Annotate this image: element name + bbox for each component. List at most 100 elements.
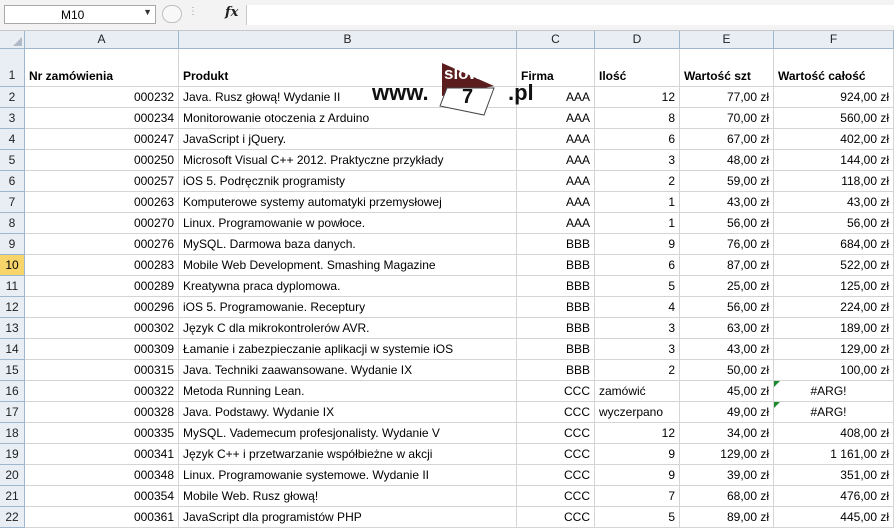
cell-e21[interactable]: 68,00 zł (680, 486, 774, 507)
cell-d6[interactable]: 2 (595, 171, 680, 192)
cell-c10[interactable]: BBB (517, 255, 595, 276)
row-header-16[interactable]: 16 (0, 381, 25, 402)
cell-a12[interactable]: 000296 (25, 297, 179, 318)
cell-c14[interactable]: BBB (517, 339, 595, 360)
cell-e6[interactable]: 59,00 zł (680, 171, 774, 192)
cell-d21[interactable]: 7 (595, 486, 680, 507)
cell-d22[interactable]: 5 (595, 507, 680, 528)
cell-a11[interactable]: 000289 (25, 276, 179, 297)
cell-d11[interactable]: 5 (595, 276, 680, 297)
cell-e20[interactable]: 39,00 zł (680, 465, 774, 486)
cell-b10[interactable]: Mobile Web Development. Smashing Magazin… (179, 255, 517, 276)
cell-f8[interactable]: 56,00 zł (774, 213, 894, 234)
cell-b4[interactable]: JavaScript i jQuery. (179, 129, 517, 150)
column-header-d[interactable]: D (595, 31, 680, 49)
cell-e14[interactable]: 43,00 zł (680, 339, 774, 360)
column-header-e[interactable]: E (680, 31, 774, 49)
row-header-14[interactable]: 14 (0, 339, 25, 360)
cell-f13[interactable]: 189,00 zł (774, 318, 894, 339)
cell-e16[interactable]: 45,00 zł (680, 381, 774, 402)
cell-f5[interactable]: 144,00 zł (774, 150, 894, 171)
cell-e2[interactable]: 77,00 zł (680, 87, 774, 108)
cell-e15[interactable]: 50,00 zł (680, 360, 774, 381)
row-header-10[interactable]: 10 (0, 255, 25, 276)
cell-b13[interactable]: Język C dla mikrokontrolerów AVR. (179, 318, 517, 339)
cell-b8[interactable]: Linux. Programowanie w powłoce. (179, 213, 517, 234)
row-header-22[interactable]: 22 (0, 507, 25, 528)
row-header-12[interactable]: 12 (0, 297, 25, 318)
cell-f14[interactable]: 129,00 zł (774, 339, 894, 360)
row-header-7[interactable]: 7 (0, 192, 25, 213)
cell-a20[interactable]: 000348 (25, 465, 179, 486)
cell-b5[interactable]: Microsoft Visual C++ 2012. Praktyczne pr… (179, 150, 517, 171)
row-header-5[interactable]: 5 (0, 150, 25, 171)
cell-c22[interactable]: CCC (517, 507, 595, 528)
cell-b15[interactable]: Java. Techniki zaawansowane. Wydanie IX (179, 360, 517, 381)
cell-b22[interactable]: JavaScript dla programistów PHP (179, 507, 517, 528)
cell-f19[interactable]: 1 161,00 zł (774, 444, 894, 465)
cell-f12[interactable]: 224,00 zł (774, 297, 894, 318)
cell-f11[interactable]: 125,00 zł (774, 276, 894, 297)
cell-e12[interactable]: 56,00 zł (680, 297, 774, 318)
cell-b14[interactable]: Łamanie i zabezpieczanie aplikacji w sys… (179, 339, 517, 360)
row-header-9[interactable]: 9 (0, 234, 25, 255)
cell-e5[interactable]: 48,00 zł (680, 150, 774, 171)
cell-f18[interactable]: 408,00 zł (774, 423, 894, 444)
cell-f2[interactable]: 924,00 zł (774, 87, 894, 108)
cell-d2[interactable]: 12 (595, 87, 680, 108)
cell-a22[interactable]: 000361 (25, 507, 179, 528)
cell-c19[interactable]: CCC (517, 444, 595, 465)
cell-c21[interactable]: CCC (517, 486, 595, 507)
cell-e8[interactable]: 56,00 zł (680, 213, 774, 234)
cell-e3[interactable]: 70,00 zł (680, 108, 774, 129)
cell-e22[interactable]: 89,00 zł (680, 507, 774, 528)
cell-c17[interactable]: CCC (517, 402, 595, 423)
row-header-1[interactable]: 1 (0, 49, 25, 87)
cell-c18[interactable]: CCC (517, 423, 595, 444)
cell-a7[interactable]: 000263 (25, 192, 179, 213)
cell-a21[interactable]: 000354 (25, 486, 179, 507)
row-header-15[interactable]: 15 (0, 360, 25, 381)
header-cell-a[interactable]: Nr zamówienia (25, 49, 179, 87)
cell-c20[interactable]: CCC (517, 465, 595, 486)
cell-e13[interactable]: 63,00 zł (680, 318, 774, 339)
cell-d7[interactable]: 1 (595, 192, 680, 213)
cell-d9[interactable]: 9 (595, 234, 680, 255)
cell-b16[interactable]: Metoda Running Lean. (179, 381, 517, 402)
header-cell-e[interactable]: Wartość szt (680, 49, 774, 87)
cell-e7[interactable]: 43,00 zł (680, 192, 774, 213)
row-header-6[interactable]: 6 (0, 171, 25, 192)
cell-c8[interactable]: AAA (517, 213, 595, 234)
cell-d13[interactable]: 3 (595, 318, 680, 339)
header-cell-f[interactable]: Wartość całość (774, 49, 894, 87)
cell-a16[interactable]: 000322 (25, 381, 179, 402)
cell-c5[interactable]: AAA (517, 150, 595, 171)
row-header-4[interactable]: 4 (0, 129, 25, 150)
cell-d12[interactable]: 4 (595, 297, 680, 318)
cell-b12[interactable]: iOS 5. Programowanie. Receptury (179, 297, 517, 318)
row-header-21[interactable]: 21 (0, 486, 25, 507)
row-header-13[interactable]: 13 (0, 318, 25, 339)
cell-a2[interactable]: 000232 (25, 87, 179, 108)
cell-e17[interactable]: 49,00 zł (680, 402, 774, 423)
cell-c13[interactable]: BBB (517, 318, 595, 339)
cell-a8[interactable]: 000270 (25, 213, 179, 234)
insert-function-button[interactable]: fx (225, 5, 238, 20)
cell-b6[interactable]: iOS 5. Podręcznik programisty (179, 171, 517, 192)
cell-a6[interactable]: 000257 (25, 171, 179, 192)
cell-f10[interactable]: 522,00 zł (774, 255, 894, 276)
cell-f21[interactable]: 476,00 zł (774, 486, 894, 507)
cell-f7[interactable]: 43,00 zł (774, 192, 894, 213)
cell-e10[interactable]: 87,00 zł (680, 255, 774, 276)
cell-c16[interactable]: CCC (517, 381, 595, 402)
cell-d5[interactable]: 3 (595, 150, 680, 171)
cell-f22[interactable]: 445,00 zł (774, 507, 894, 528)
cell-c12[interactable]: BBB (517, 297, 595, 318)
cell-a3[interactable]: 000234 (25, 108, 179, 129)
cell-d3[interactable]: 8 (595, 108, 680, 129)
cell-d17[interactable]: wyczerpano (595, 402, 680, 423)
cell-d15[interactable]: 2 (595, 360, 680, 381)
cell-f15[interactable]: 100,00 zł (774, 360, 894, 381)
cell-e18[interactable]: 34,00 zł (680, 423, 774, 444)
cell-d16[interactable]: zamówić (595, 381, 680, 402)
